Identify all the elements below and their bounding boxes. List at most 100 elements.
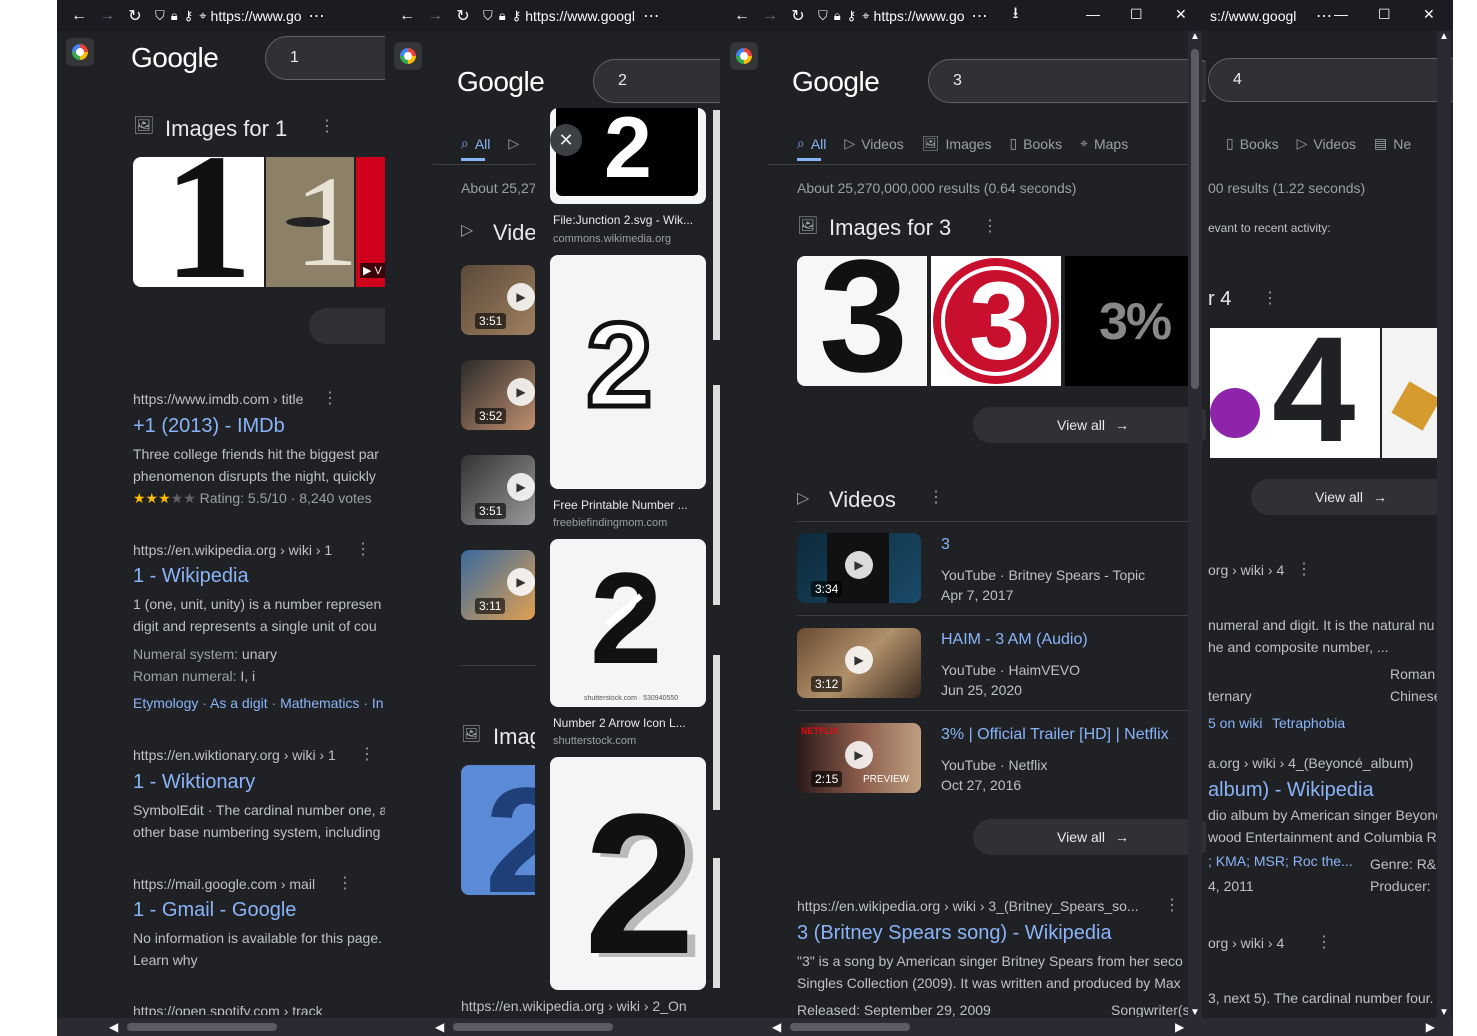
more-options-icon[interactable]: ⋮: [928, 490, 944, 506]
video-thumbnail[interactable]: ▶ 3:52: [461, 360, 535, 430]
reload-icon[interactable]: ↻: [449, 2, 477, 30]
video-thumbnail[interactable]: ▶ 3:51: [461, 455, 535, 525]
card-title[interactable]: Free Printable Number ...: [553, 498, 705, 512]
video-thumbnail[interactable]: NETFLIX ▶ 2:15 PREVIEW: [797, 723, 921, 793]
image-result[interactable]: 4: [1210, 328, 1380, 458]
view-all-button[interactable]: [309, 308, 387, 344]
tab-all[interactable]: ⌕ All: [797, 135, 826, 152]
vertical-scrollbar[interactable]: ▲ ▼: [1188, 31, 1202, 1018]
card-title[interactable]: Number 2 Arrow Icon L...: [553, 716, 705, 730]
image-card[interactable]: 2: [550, 255, 706, 489]
result-title[interactable]: 3 (Britney Spears song) - Wikipedia: [797, 922, 1112, 945]
close-window-icon[interactable]: ✕: [1423, 6, 1435, 23]
video-title[interactable]: 3: [941, 536, 950, 554]
close-window-icon[interactable]: ✕: [1175, 6, 1187, 23]
scrollbar-thumb[interactable]: [453, 1023, 613, 1031]
scrollbar-thumb[interactable]: [127, 1023, 277, 1031]
tab-all[interactable]: ⌕ All: [461, 135, 490, 152]
search-input[interactable]: 2: [593, 59, 722, 103]
more-options-icon[interactable]: ⋮: [1164, 898, 1180, 914]
video-title[interactable]: HAIM - 3 AM (Audio): [941, 631, 1088, 649]
result-cite[interactable]: https://en.wiktionary.org › wiki › 1: [133, 747, 336, 763]
result-title[interactable]: 1 - Wiktionary: [133, 771, 255, 794]
horizontal-scrollbar[interactable]: ◀ ▶: [720, 1018, 1206, 1036]
scroll-left-icon[interactable]: ◀: [772, 1020, 781, 1034]
search-input[interactable]: 4: [1208, 58, 1453, 102]
back-icon[interactable]: ←: [393, 2, 421, 30]
image-card[interactable]: 2 shutterstock.com · 530940550: [550, 539, 706, 707]
download-icon[interactable]: ⭳: [1002, 2, 1030, 30]
scrollbar-thumb[interactable]: [790, 1023, 910, 1031]
tab-news[interactable]: ▤ Ne: [1374, 135, 1411, 152]
maximize-icon[interactable]: ☐: [1378, 6, 1391, 23]
scroll-down-icon[interactable]: ▼: [1188, 1007, 1202, 1018]
url-bar[interactable]: https://www.go: [211, 8, 303, 24]
close-panel-button[interactable]: ✕: [550, 124, 582, 156]
horizontal-scrollbar[interactable]: ◀: [57, 1018, 387, 1036]
scroll-up-icon[interactable]: ▲: [1437, 31, 1451, 42]
back-icon[interactable]: ←: [728, 2, 756, 30]
url-bar[interactable]: https://www.googl: [525, 8, 637, 24]
more-options-icon[interactable]: ⋮: [359, 747, 375, 763]
result-title[interactable]: 1 - Gmail - Google: [133, 899, 296, 922]
view-all-button[interactable]: View all →: [973, 819, 1206, 855]
sitelink[interactable]: 5 on wiki: [1208, 715, 1262, 731]
url-bar[interactable]: https://www.go: [874, 8, 966, 24]
result-cite[interactable]: org › wiki › 4: [1208, 935, 1284, 951]
sitelink[interactable]: In: [372, 695, 384, 711]
security-icons[interactable]: ⛉ 🔒︎ ⚷ ⌖: [155, 8, 207, 24]
horizontal-scrollbar[interactable]: ▶: [1196, 1018, 1453, 1036]
tab-maps[interactable]: ⌖ Maps: [1080, 135, 1128, 152]
image-result[interactable]: 3%: [1065, 256, 1188, 386]
forward-icon[interactable]: →: [93, 2, 121, 30]
vertical-scrollbar[interactable]: ▲ ▼: [1437, 31, 1451, 1018]
more-options-icon[interactable]: ⋮: [322, 391, 338, 407]
security-icons[interactable]: ⛉ 🔒︎ ⚷ ⌖: [818, 8, 870, 24]
video-thumbnail[interactable]: ▶ 3:51: [461, 265, 535, 335]
url-bar[interactable]: s://www.googl: [1210, 8, 1310, 24]
scroll-left-icon[interactable]: ◀: [109, 1020, 118, 1034]
image-result[interactable]: 1: [266, 157, 354, 287]
tab-videos[interactable]: ▷: [508, 135, 519, 152]
scroll-right-icon[interactable]: ▶: [1175, 1020, 1184, 1034]
more-options-icon[interactable]: ⋮: [1296, 562, 1312, 578]
image-result[interactable]: [1382, 328, 1442, 458]
view-all-button[interactable]: View all →: [1251, 479, 1451, 515]
horizontal-scrollbar[interactable]: ◀: [385, 1018, 722, 1036]
card-title[interactable]: File:Junction 2.svg - Wik...: [553, 213, 705, 227]
result-title[interactable]: +1 (2013) - IMDb: [133, 415, 285, 438]
image-result[interactable]: 1: [133, 157, 264, 287]
result-cite[interactable]: org › wiki › 4: [1208, 562, 1284, 578]
more-options-icon[interactable]: ⋮: [355, 542, 371, 558]
view-all-button[interactable]: View all →: [973, 407, 1206, 443]
minimize-icon[interactable]: —: [1334, 6, 1348, 22]
video-thumbnail[interactable]: ▶ 3:12: [797, 628, 921, 698]
search-input[interactable]: 1: [265, 36, 387, 80]
google-logo[interactable]: Google: [457, 66, 545, 98]
image-card[interactable]: 2: [550, 108, 706, 204]
result-title[interactable]: 1 - Wikipedia: [133, 565, 249, 588]
security-icons[interactable]: ⛉ 🔒︎ ⚷: [483, 8, 521, 24]
result-cite[interactable]: https://mail.google.com › mail: [133, 876, 315, 892]
tab-books[interactable]: ▯ Books: [1226, 135, 1279, 152]
more-icon[interactable]: ⋯: [303, 2, 331, 30]
result-cite[interactable]: https://en.wikipedia.org › wiki › 1: [133, 542, 332, 558]
video-thumbnail[interactable]: ▶ 3:34: [797, 533, 921, 603]
scroll-up-icon[interactable]: ▲: [1188, 31, 1202, 42]
more-options-icon[interactable]: ⋮: [982, 219, 998, 235]
sitelink[interactable]: Mathematics: [280, 695, 359, 711]
more-icon[interactable]: ⋯: [966, 2, 994, 30]
result-cite[interactable]: https://en.wikipedia.org › wiki › 2_On: [461, 998, 722, 1014]
image-result[interactable]: 3: [797, 256, 927, 386]
reload-icon[interactable]: ↻: [784, 2, 812, 30]
tab-images[interactable]: 🖼︎ Images: [922, 135, 992, 152]
search-input[interactable]: 3: [928, 59, 1206, 103]
scrollbar-thumb[interactable]: [1191, 49, 1199, 389]
learn-why-link[interactable]: Learn why: [133, 949, 387, 971]
google-favicon[interactable]: [730, 42, 758, 70]
video-thumbnail[interactable]: ▶ 3:11: [461, 550, 535, 620]
more-icon[interactable]: ⋯: [637, 2, 665, 30]
sitelink[interactable]: Etymology: [133, 695, 198, 711]
result-cite[interactable]: a.org › wiki › 4_(Beyoncé_album): [1208, 755, 1413, 771]
scroll-right-icon[interactable]: ▶: [1426, 1020, 1435, 1034]
